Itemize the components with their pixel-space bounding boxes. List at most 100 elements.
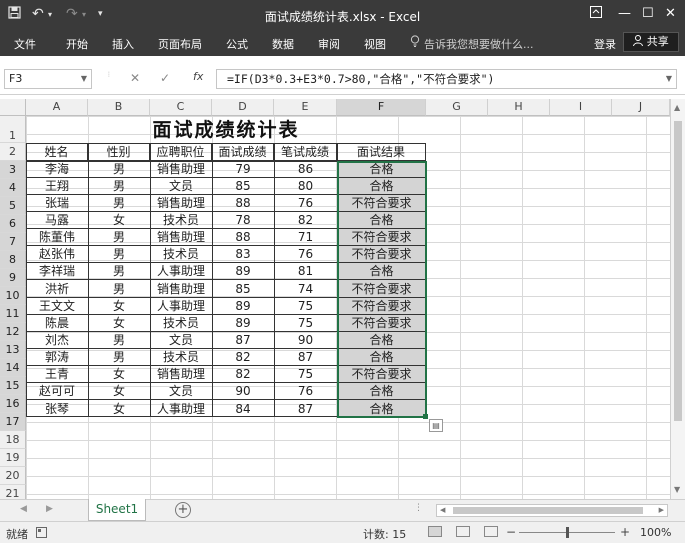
column-header-f[interactable]: F — [337, 99, 426, 116]
cell-result[interactable]: 不符合要求 — [337, 195, 426, 212]
cell-name[interactable]: 陈董伟 — [26, 229, 88, 246]
zoom-level[interactable]: 100% — [640, 526, 671, 539]
cell-result[interactable]: 不符合要求 — [337, 229, 426, 246]
cell-position[interactable]: 人事助理 — [150, 400, 212, 417]
row-header-11[interactable]: 11 — [0, 305, 26, 323]
cell-gender[interactable]: 女 — [88, 212, 150, 229]
header-cell-position[interactable]: 应聘职位 — [150, 143, 212, 161]
cell-result[interactable]: 合格 — [337, 263, 426, 280]
cell-gender[interactable]: 男 — [88, 263, 150, 280]
minimize-button[interactable]: — — [618, 6, 631, 21]
prev-sheet-icon[interactable]: ◀ — [20, 504, 27, 514]
cell-name[interactable]: 赵张伟 — [26, 246, 88, 263]
cell-gender[interactable]: 男 — [88, 195, 150, 212]
cell-name[interactable]: 王青 — [26, 366, 88, 383]
select-all-corner[interactable] — [0, 99, 26, 116]
cell-written-score[interactable]: 80 — [274, 178, 337, 195]
zoom-out-button[interactable]: − — [506, 525, 516, 539]
cell-written-score[interactable]: 71 — [274, 229, 337, 246]
cell-written-score[interactable]: 76 — [274, 246, 337, 263]
cell-interview-score[interactable]: 88 — [212, 195, 274, 212]
cell-interview-score[interactable]: 89 — [212, 263, 274, 280]
login-button[interactable]: 登录 — [594, 36, 616, 52]
sheet-tab-sheet1[interactable]: Sheet1 — [88, 499, 146, 521]
tab-view[interactable]: 视图 — [364, 36, 386, 52]
next-sheet-icon[interactable]: ▶ — [46, 504, 53, 514]
cell-gender[interactable]: 男 — [88, 178, 150, 195]
scroll-down-icon[interactable]: ▼ — [674, 485, 680, 494]
grip-icon[interactable]: ⋮ — [414, 503, 423, 513]
cell-written-score[interactable]: 75 — [274, 298, 337, 315]
cell-interview-score[interactable]: 85 — [212, 178, 274, 195]
header-cell-gender[interactable]: 性别 — [88, 143, 150, 161]
cell-name[interactable]: 王翔 — [26, 178, 88, 195]
column-header-h[interactable]: H — [488, 99, 550, 116]
cell-written-score[interactable]: 86 — [274, 161, 337, 178]
column-header-g[interactable]: G — [426, 99, 488, 116]
row-header-12[interactable]: 12 — [0, 323, 26, 341]
cell-name[interactable]: 赵可可 — [26, 383, 88, 400]
cancel-icon[interactable]: ✕ — [130, 71, 140, 85]
page-break-view-icon[interactable] — [484, 526, 498, 537]
cell-result[interactable]: 合格 — [337, 161, 426, 178]
tab-formulas[interactable]: 公式 — [226, 36, 248, 52]
cell-name[interactable]: 张琴 — [26, 400, 88, 417]
header-cell-name[interactable]: 姓名 — [26, 143, 88, 161]
cell-interview-score[interactable]: 88 — [212, 229, 274, 246]
cell-interview-score[interactable]: 89 — [212, 298, 274, 315]
name-box[interactable]: F3 ▼ — [4, 69, 92, 89]
restore-button[interactable]: ☐ — [642, 6, 654, 21]
vertical-scrollbar[interactable]: ▲ ▼ — [670, 99, 685, 499]
column-header-b[interactable]: B — [88, 99, 150, 116]
row-header-10[interactable]: 10 — [0, 287, 26, 305]
cell-position[interactable]: 文员 — [150, 178, 212, 195]
row-header-19[interactable]: 19 — [0, 449, 26, 467]
formula-input[interactable]: =IF(D3*0.3+E3*0.7>80,"合格","不符合要求") ▼ — [216, 69, 677, 89]
row-header-13[interactable]: 13 — [0, 341, 26, 359]
header-cell-written-score[interactable]: 笔试成绩 — [274, 143, 337, 161]
cell-written-score[interactable]: 75 — [274, 315, 337, 332]
cell-gender[interactable]: 男 — [88, 161, 150, 178]
cell-position[interactable]: 销售助理 — [150, 366, 212, 383]
cell-interview-score[interactable]: 83 — [212, 246, 274, 263]
sheet-title[interactable]: 面试成绩统计表 — [26, 117, 426, 143]
horizontal-scrollbar[interactable]: ◀ ▶ — [436, 504, 668, 517]
cell-name[interactable]: 马露 — [26, 212, 88, 229]
cell-gender[interactable]: 男 — [88, 246, 150, 263]
column-header-a[interactable]: A — [26, 99, 88, 116]
cell-interview-score[interactable]: 82 — [212, 349, 274, 366]
cell-result[interactable]: 合格 — [337, 332, 426, 349]
zoom-in-button[interactable]: + — [620, 525, 630, 539]
quick-analysis-icon[interactable]: ▤ — [429, 419, 443, 432]
column-header-c[interactable]: C — [150, 99, 212, 116]
cell-gender[interactable]: 女 — [88, 366, 150, 383]
cell-position[interactable]: 技术员 — [150, 349, 212, 366]
cell-position[interactable]: 文员 — [150, 332, 212, 349]
cell-gender[interactable]: 女 — [88, 315, 150, 332]
tab-insert[interactable]: 插入 — [112, 36, 134, 52]
cell-written-score[interactable]: 90 — [274, 332, 337, 349]
cell-name[interactable]: 李海 — [26, 161, 88, 178]
cell-written-score[interactable]: 82 — [274, 212, 337, 229]
cell-gender[interactable]: 女 — [88, 400, 150, 417]
cell-name[interactable]: 郭涛 — [26, 349, 88, 366]
scroll-right-icon[interactable]: ▶ — [659, 506, 664, 514]
header-cell-interview-score[interactable]: 面试成绩 — [212, 143, 274, 161]
row-header-16[interactable]: 16 — [0, 395, 26, 413]
row-header-9[interactable]: 9 — [0, 269, 26, 287]
tab-home[interactable]: 开始 — [66, 36, 88, 52]
row-header-4[interactable]: 4 — [0, 179, 26, 197]
cell-result[interactable]: 不符合要求 — [337, 246, 426, 263]
cell-gender[interactable]: 女 — [88, 383, 150, 400]
cell-position[interactable]: 人事助理 — [150, 298, 212, 315]
cell-position[interactable]: 销售助理 — [150, 280, 212, 298]
cell-position[interactable]: 技术员 — [150, 315, 212, 332]
cell-interview-score[interactable]: 82 — [212, 366, 274, 383]
cell-written-score[interactable]: 87 — [274, 349, 337, 366]
column-header-e[interactable]: E — [274, 99, 337, 116]
cell-name[interactable]: 陈晨 — [26, 315, 88, 332]
row-header-20[interactable]: 20 — [0, 467, 26, 485]
column-header-d[interactable]: D — [212, 99, 274, 116]
cell-result[interactable]: 不符合要求 — [337, 298, 426, 315]
row-header-14[interactable]: 14 — [0, 359, 26, 377]
